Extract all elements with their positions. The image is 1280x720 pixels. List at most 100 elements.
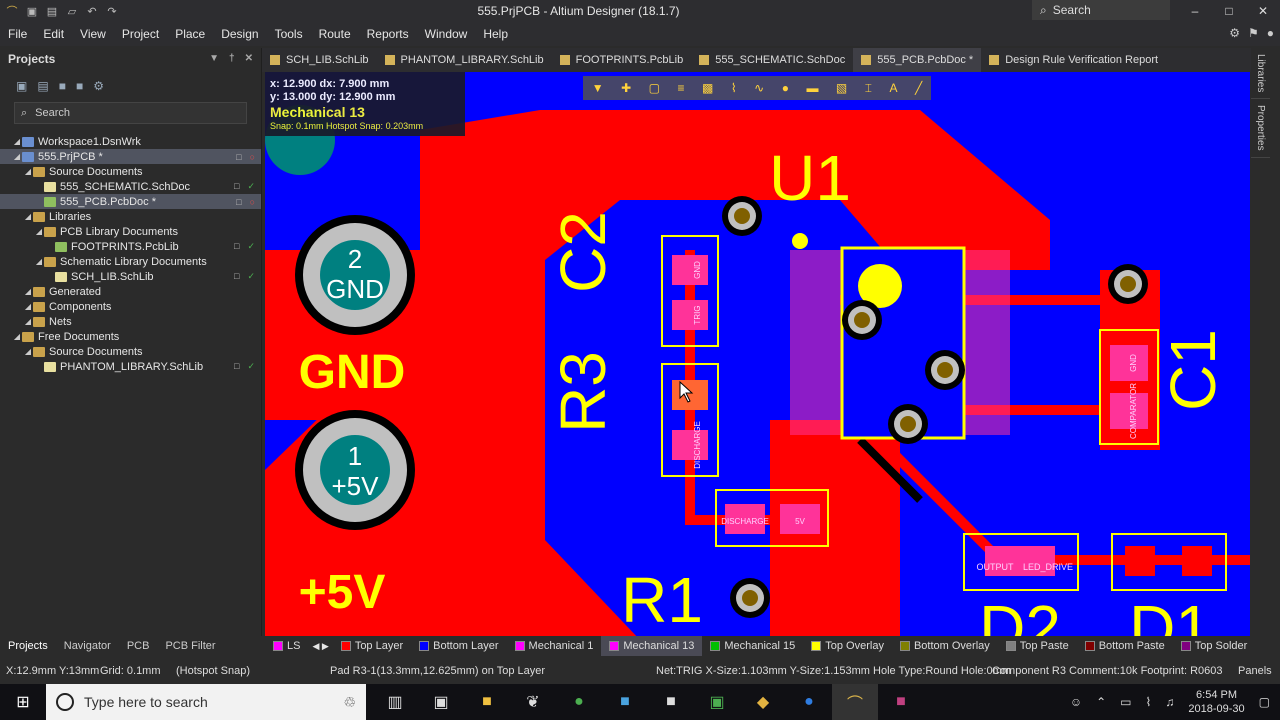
route-icon[interactable]: ⌇ — [731, 81, 737, 95]
tree-item[interactable]: 555_PCB.PcbDoc * □ ○ — [0, 194, 261, 209]
expand-arrow-icon[interactable]: ◢ — [12, 137, 22, 146]
app-logo-icon[interactable]: ⌒ — [4, 3, 20, 19]
tree-item[interactable]: ◢ Generated — [0, 284, 261, 299]
settings-icon[interactable]: ⚙ — [93, 79, 104, 93]
app-icon[interactable]: ▣ — [694, 684, 740, 720]
pcb-drawing[interactable]: 2 GND 1 +5V GND +5V U1 C2 R3 C1 R1 D2 D1… — [265, 72, 1250, 636]
tree-item[interactable]: ◢ Libraries — [0, 209, 261, 224]
battery-icon[interactable]: ▭ — [1120, 695, 1131, 709]
panel-close-icon[interactable]: ✕ — [245, 53, 253, 64]
menu-item-tools[interactable]: Tools — [267, 27, 311, 41]
expand-arrow-icon[interactable]: ◢ — [23, 317, 33, 326]
compile-icon[interactable]: ▤ — [37, 79, 48, 93]
people-icon[interactable]: ☺ — [1070, 695, 1082, 709]
maps-icon[interactable]: ● — [786, 684, 832, 720]
expand-arrow-icon[interactable]: ◢ — [23, 167, 33, 176]
tab-document[interactable]: 555_PCB.PcbDoc * — [853, 48, 982, 72]
tab-document[interactable]: SCH_LIB.SchLib — [262, 48, 377, 72]
app-icon[interactable]: ◆ — [740, 684, 786, 720]
redo-icon[interactable]: ↷ — [104, 3, 120, 19]
clock[interactable]: 6:54 PM 2018-09-30 — [1188, 688, 1244, 716]
layer-tab[interactable]: Mechanical 13 — [601, 636, 703, 656]
panel-search-input[interactable]: ⌕ Search — [14, 102, 247, 124]
pin-icon[interactable]: † — [229, 53, 235, 64]
panels-button[interactable]: Panels — [1238, 665, 1272, 677]
align-icon[interactable]: ≡ — [677, 81, 684, 95]
app-icon[interactable]: ■ — [648, 684, 694, 720]
tree-item[interactable]: ◢ PCB Library Documents — [0, 224, 261, 239]
menu-item-project[interactable]: Project — [114, 27, 167, 41]
tree-item[interactable]: ◢ Nets — [0, 314, 261, 329]
text-icon[interactable]: A — [889, 81, 897, 95]
save-doc-icon[interactable]: ▣ — [16, 79, 27, 93]
tree-item[interactable]: ◢ 555.PrjPCB * □ ○ — [0, 149, 261, 164]
side-panel-tab-properties[interactable]: Properties — [1251, 99, 1270, 158]
task-view-icon[interactable]: ▥ — [372, 684, 418, 720]
tree-item[interactable]: PHANTOM_LIBRARY.SchLib □ ✓ — [0, 359, 261, 374]
menu-item-design[interactable]: Design — [213, 27, 266, 41]
tree-item[interactable]: ◢ Source Documents — [0, 344, 261, 359]
component-icon[interactable]: ▩ — [702, 81, 713, 95]
app-icon[interactable]: ▣ — [418, 684, 464, 720]
c2-pad-trig[interactable] — [672, 300, 708, 330]
line-icon[interactable]: ╱ — [915, 81, 922, 95]
menu-item-help[interactable]: Help — [475, 27, 516, 41]
windows-start-icon[interactable]: ⊞ — [0, 684, 46, 720]
layer-tab[interactable]: Top Solder — [1173, 636, 1256, 656]
undo-icon[interactable]: ↶ — [84, 3, 100, 19]
taskbar-search[interactable]: Type here to search ♲ — [46, 684, 366, 720]
tree-item[interactable]: SCH_LIB.SchLib □ ✓ — [0, 269, 261, 284]
panel-tab[interactable]: Projects — [0, 640, 56, 652]
menu-item-edit[interactable]: Edit — [35, 27, 72, 41]
expand-arrow-icon[interactable]: ◢ — [34, 227, 44, 236]
c2-pad-gnd[interactable] — [672, 255, 708, 285]
minimize-button[interactable]: – — [1178, 0, 1212, 22]
menu-item-window[interactable]: Window — [417, 27, 476, 41]
layer-tab[interactable]: Mechanical 15 — [702, 636, 803, 656]
chevron-up-icon[interactable]: ⌃ — [1096, 695, 1106, 709]
wifi-icon[interactable]: ⌇ — [1146, 695, 1152, 709]
expand-arrow-icon[interactable]: ◢ — [23, 212, 33, 221]
layer-tab[interactable]: Bottom Paste — [1077, 636, 1173, 656]
folder-open-icon[interactable]: ■ — [59, 79, 66, 93]
r3-pad-1[interactable] — [672, 380, 708, 410]
expand-arrow-icon[interactable]: ◢ — [23, 287, 33, 296]
crosshair-icon[interactable]: ✚ — [621, 81, 631, 95]
chrome-icon[interactable]: ● — [556, 684, 602, 720]
d1-pad-1[interactable] — [1125, 546, 1155, 576]
expand-arrow-icon[interactable]: ◢ — [12, 152, 22, 161]
diff-pair-icon[interactable]: ∿ — [754, 81, 764, 95]
menu-item-route[interactable]: Route — [311, 27, 359, 41]
folder-close-icon[interactable]: ■ — [76, 79, 83, 93]
user-icon[interactable]: ● — [1267, 26, 1274, 40]
menu-item-view[interactable]: View — [72, 27, 114, 41]
layer-nav-icon[interactable]: ◀ ▶ — [308, 641, 332, 652]
altium-taskbar-icon[interactable]: ⌒ — [832, 684, 878, 720]
file-explorer-icon[interactable]: ■ — [464, 684, 510, 720]
dimension-icon[interactable]: ⌶ — [865, 81, 872, 96]
app-icon[interactable]: ■ — [878, 684, 924, 720]
layer-tab[interactable]: Top Overlay — [803, 636, 892, 656]
tree-item[interactable]: 555_SCHEMATIC.SchDoc □ ✓ — [0, 179, 261, 194]
maximize-button[interactable]: □ — [1212, 0, 1246, 22]
layer-tab[interactable]: Mechanical 1 — [507, 636, 602, 656]
via-icon[interactable]: ● — [782, 81, 789, 95]
tab-document[interactable]: FOOTPRINTS.PcbLib — [552, 48, 692, 72]
volume-icon[interactable]: ♫ — [1165, 695, 1174, 709]
d1-pad-2[interactable] — [1182, 546, 1212, 576]
panel-menu-icon[interactable]: ▼ — [209, 53, 219, 64]
global-search[interactable]: ⌕ Search — [1032, 0, 1170, 20]
bell-icon[interactable]: ⚑ — [1248, 26, 1259, 40]
tree-item[interactable]: ◢ Workspace1.DsnWrk — [0, 134, 261, 149]
fill-icon[interactable]: ▬ — [806, 81, 818, 95]
expand-arrow-icon[interactable]: ◢ — [34, 257, 44, 266]
panel-tab[interactable]: PCB Filter — [157, 640, 223, 652]
app-icon[interactable]: ■ — [602, 684, 648, 720]
side-panel-tab-libraries[interactable]: Libraries — [1251, 48, 1270, 100]
layer-tab[interactable]: Bottom Overlay — [892, 636, 998, 656]
menu-item-file[interactable]: File — [0, 27, 35, 41]
expand-arrow-icon[interactable]: ◢ — [23, 347, 33, 356]
r3-pad-2[interactable] — [672, 430, 708, 460]
tree-item[interactable]: ◢ Source Documents — [0, 164, 261, 179]
panel-tab[interactable]: PCB — [119, 640, 158, 652]
